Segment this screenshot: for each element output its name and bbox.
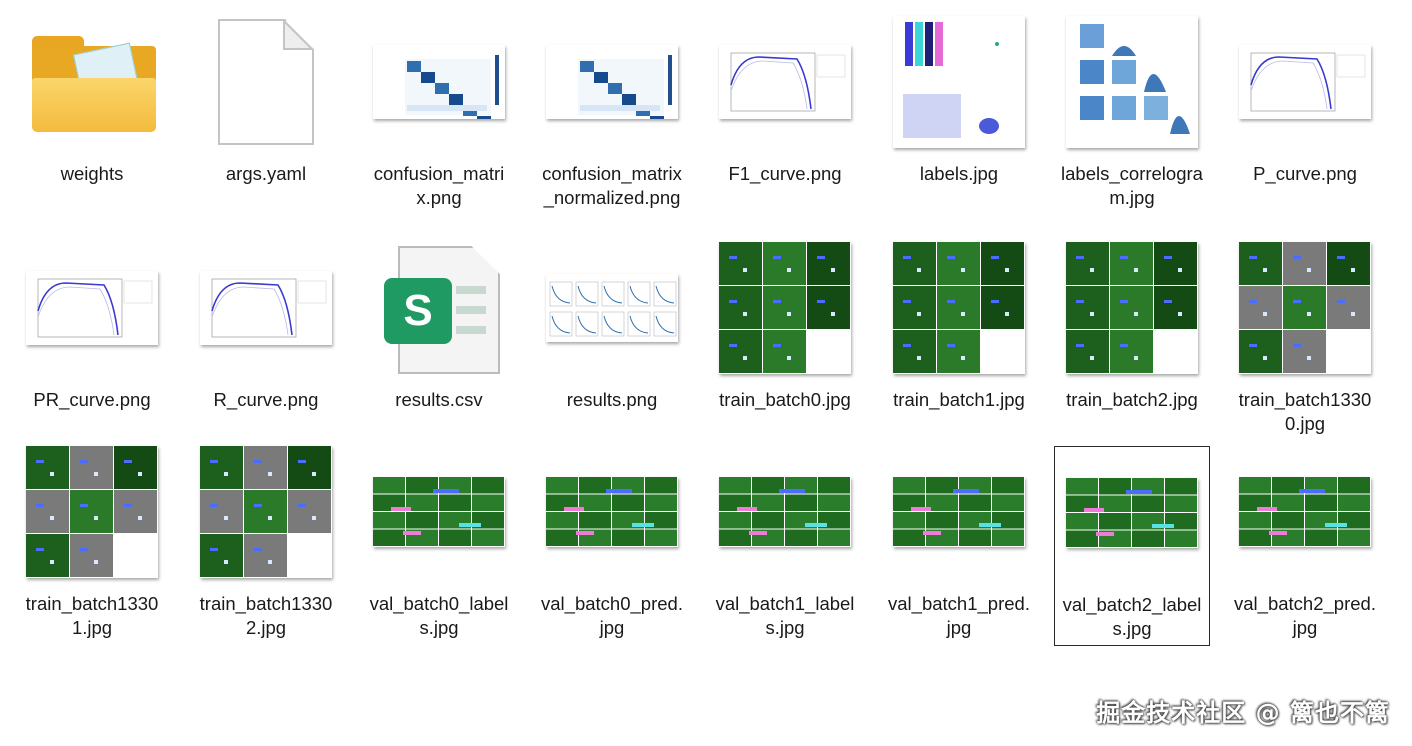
file-name: val_batch1_pred.jpg xyxy=(888,593,1030,638)
file-thumbnail xyxy=(188,16,344,148)
val-batch-thumbnail xyxy=(893,477,1025,547)
file-thumbnail: S xyxy=(361,242,517,374)
results-thumbnail xyxy=(546,274,678,342)
file-thumbnail xyxy=(361,446,517,578)
curve-thumbnail xyxy=(26,271,158,345)
file-name: PR_curve.png xyxy=(33,389,151,410)
file-thumbnail xyxy=(1227,242,1383,374)
document-icon xyxy=(218,19,314,145)
file-thumbnail xyxy=(188,242,344,374)
curve-thumbnail xyxy=(200,271,332,345)
file-name: val_batch0_labels.jpg xyxy=(369,593,509,638)
file-name: val_batch1_labels.jpg xyxy=(715,593,855,638)
file-name: labels_correlogram.jpg xyxy=(1061,163,1203,208)
file-thumbnail xyxy=(707,446,863,578)
file-name: results.csv xyxy=(395,389,483,410)
file-thumbnail xyxy=(14,16,170,148)
file-name: confusion_matrix.png xyxy=(373,163,505,208)
file-thumbnail xyxy=(534,242,690,374)
file-name: val_batch2_labels.jpg xyxy=(1062,594,1202,639)
train-batch-thumbnail xyxy=(1066,242,1198,374)
file-thumbnail xyxy=(534,16,690,148)
file-thumbnail xyxy=(1055,447,1209,579)
file-thumbnail xyxy=(14,446,170,578)
file-thumbnail xyxy=(534,446,690,578)
file-item-p-curve-png[interactable]: P_curve.png xyxy=(1227,16,1383,216)
file-item-train-batch13301-jpg[interactable]: train_batch13301.jpg xyxy=(14,446,170,646)
file-name: results.png xyxy=(566,389,658,410)
file-item-results-png[interactable]: results.png xyxy=(534,242,690,442)
curve-thumbnail xyxy=(719,45,851,119)
file-name: F1_curve.png xyxy=(728,163,842,184)
watermark: 掘金技术社区 @ 篱也不篱 xyxy=(1096,699,1390,727)
train-batch-thumbnail xyxy=(719,242,851,374)
file-thumbnail xyxy=(881,242,1037,374)
file-name: train_batch1.jpg xyxy=(893,389,1025,410)
val-batch-thumbnail xyxy=(1239,477,1371,547)
file-item-train-batch1-jpg[interactable]: train_batch1.jpg xyxy=(881,242,1037,442)
file-item-args-yaml[interactable]: args.yaml xyxy=(188,16,344,216)
file-item-train-batch13302-jpg[interactable]: train_batch13302.jpg xyxy=(188,446,344,646)
file-name: val_batch2_pred.jpg xyxy=(1234,593,1376,638)
file-name: train_batch13301.jpg xyxy=(25,593,159,638)
folder-icon xyxy=(28,30,156,134)
file-item-labels-correlogram-jpg[interactable]: labels_correlogram.jpg xyxy=(1054,16,1210,216)
file-thumbnail xyxy=(1054,16,1210,148)
file-name: train_batch13302.jpg xyxy=(199,593,333,638)
file-name: val_batch0_pred.jpg xyxy=(541,593,683,638)
train-batch-thumbnail xyxy=(200,446,332,578)
file-thumbnail xyxy=(881,16,1037,148)
file-item-train-batch2-jpg[interactable]: train_batch2.jpg xyxy=(1054,242,1210,442)
file-name: args.yaml xyxy=(225,163,307,184)
file-item-labels-jpg[interactable]: labels.jpg xyxy=(881,16,1037,216)
file-grid: weights args.yaml confusion_matrix.png c… xyxy=(0,0,1412,746)
train-batch-thumbnail xyxy=(26,446,158,578)
file-item-train-batch0-jpg[interactable]: train_batch0.jpg xyxy=(707,242,863,442)
matrix-thumbnail xyxy=(546,45,678,119)
file-item-val-batch1-pred-jpg[interactable]: val_batch1_pred.jpg xyxy=(881,446,1037,646)
file-name: labels.jpg xyxy=(919,163,999,184)
file-thumbnail xyxy=(188,446,344,578)
file-name: P_curve.png xyxy=(1253,163,1357,184)
file-item-r-curve-png[interactable]: R_curve.png xyxy=(188,242,344,442)
file-thumbnail xyxy=(1227,16,1383,148)
val-batch-thumbnail xyxy=(719,477,851,547)
file-item-val-batch0-labels-jpg[interactable]: val_batch0_labels.jpg xyxy=(361,446,517,646)
file-item-val-batch0-pred-jpg[interactable]: val_batch0_pred.jpg xyxy=(534,446,690,646)
val-batch-thumbnail xyxy=(1066,478,1198,548)
file-item-train-batch13300-jpg[interactable]: train_batch13300.jpg xyxy=(1227,242,1383,442)
val-batch-thumbnail xyxy=(373,477,505,547)
file-name: confusion_matrix_normalized.png xyxy=(542,163,682,208)
file-thumbnail xyxy=(707,16,863,148)
file-item-weights[interactable]: weights xyxy=(14,16,170,216)
file-item-f1-curve-png[interactable]: F1_curve.png xyxy=(707,16,863,216)
val-batch-thumbnail xyxy=(546,477,678,547)
file-item-pr-curve-png[interactable]: PR_curve.png xyxy=(14,242,170,442)
file-thumbnail xyxy=(14,242,170,374)
file-name: train_batch13300.jpg xyxy=(1238,389,1372,434)
labels-thumbnail xyxy=(893,16,1025,148)
file-item-val-batch2-labels-jpg[interactable]: val_batch2_labels.jpg xyxy=(1054,446,1210,646)
file-item-val-batch1-labels-jpg[interactable]: val_batch1_labels.jpg xyxy=(707,446,863,646)
train-batch-thumbnail xyxy=(893,242,1025,374)
file-name: weights xyxy=(60,163,124,184)
curve-thumbnail xyxy=(1239,45,1371,119)
file-name: R_curve.png xyxy=(213,389,319,410)
file-thumbnail xyxy=(707,242,863,374)
file-thumbnail xyxy=(1054,242,1210,374)
file-thumbnail xyxy=(361,16,517,148)
file-name: train_batch2.jpg xyxy=(1066,389,1198,410)
spreadsheet-icon: S xyxy=(380,244,500,374)
file-name: train_batch0.jpg xyxy=(719,389,851,410)
file-item-confusion-matrix-normalized-png[interactable]: confusion_matrix_normalized.png xyxy=(534,16,690,216)
file-item-confusion-matrix-png[interactable]: confusion_matrix.png xyxy=(361,16,517,216)
file-thumbnail xyxy=(1227,446,1383,578)
matrix-thumbnail xyxy=(373,45,505,119)
train-batch-thumbnail xyxy=(1239,242,1371,374)
correlogram-thumbnail xyxy=(1066,16,1198,148)
file-thumbnail xyxy=(881,446,1037,578)
file-item-val-batch2-pred-jpg[interactable]: val_batch2_pred.jpg xyxy=(1227,446,1383,646)
file-item-results-csv[interactable]: S results.csv xyxy=(361,242,517,442)
